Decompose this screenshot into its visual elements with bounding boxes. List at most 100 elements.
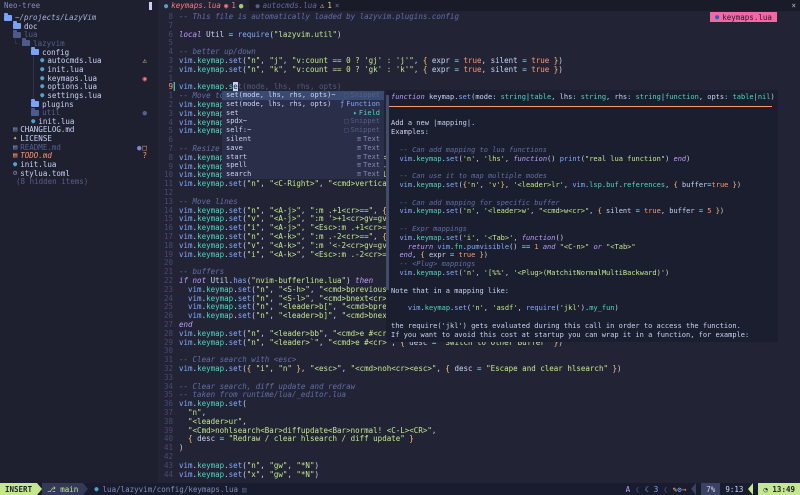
completion-kind: Snippet (350, 91, 380, 100)
separator-icon: ❮ (663, 485, 668, 494)
lua-file-icon: ● (40, 74, 44, 83)
completion-item[interactable]: set✦Field (222, 109, 384, 118)
tree-item[interactable]: plugins (4, 100, 154, 109)
indent-guide (4, 143, 13, 152)
line-number: 19 (158, 250, 173, 259)
completion-label: spdx~ (226, 117, 247, 126)
line-number: 26 (158, 311, 173, 320)
completion-item[interactable]: silent≡Text (222, 135, 384, 144)
completion-kind: Text (363, 135, 380, 144)
incline-filename-badge[interactable]: ● keymaps.lua (710, 12, 777, 22)
completion-item[interactable]: start≡Text (222, 153, 384, 162)
buffer-line[interactable]: 20 (158, 258, 179, 267)
indent-guide (4, 108, 31, 117)
completion-item[interactable]: spell≡Text (222, 161, 384, 170)
buffer-line[interactable]: 39 "<Cmd>nohlsearch<Bar>diffupdate<Bar>n… (158, 426, 436, 435)
tree-item[interactable]: ●init.lua (4, 117, 154, 126)
tab-keymaps[interactable]: ● keymaps.lua ◉ 1 ● (158, 0, 249, 11)
line-number: 2 (158, 100, 173, 109)
tree-item[interactable]: ▤CHANGELOG.md (4, 125, 154, 134)
buffer-line[interactable]: 32vim.keymap.set({ "i", "n" }, "<esc>", … (158, 364, 622, 373)
lazy-updates[interactable]: ☾ 3 (645, 485, 659, 494)
tree-hidden-note[interactable]: (8 hidden items) (4, 177, 154, 186)
tree-item[interactable]: lua (4, 30, 154, 39)
completion-item[interactable]: spdx~□Snippet (222, 117, 384, 126)
indent-guide (4, 177, 13, 186)
git-branch[interactable]: ⎇ main (42, 483, 83, 495)
code-text: -- taken from runtime/lua/_editor.lua (179, 390, 346, 399)
indent-guide (4, 151, 13, 160)
completion-popup[interactable]: set(mode, lhs, rhs, opts)~□Snippetset(mo… (222, 91, 384, 179)
tree-status-icon: ? (142, 151, 148, 160)
buffer-line[interactable]: 12 (158, 188, 179, 197)
buffer-line[interactable]: 4-- better up/down (158, 47, 256, 56)
tree-item[interactable]: doc (4, 22, 154, 31)
buffer-line[interactable]: 37 "n", (158, 408, 206, 417)
completion-kind: Text (363, 170, 380, 179)
lua-file-icon: ● (40, 56, 44, 65)
code-text: -- Move lines (179, 197, 238, 206)
tab-autocmds[interactable]: ● autocmds.lua ⚠ 1 × (249, 0, 345, 11)
buffer-line[interactable]: 22if not Util.has("nvim-bufferline.lua")… (158, 276, 373, 285)
buffer-line[interactable]: 41) (158, 443, 184, 452)
tree-item[interactable]: ▤TODO.md? (4, 151, 154, 160)
tree-item-label: util (42, 108, 60, 117)
tree-item[interactable]: ✦LICENSE (4, 134, 154, 143)
gitsign-icon (173, 21, 179, 30)
cursor-location: 9:13 (725, 485, 743, 494)
buffer-line[interactable]: 27end (158, 320, 193, 329)
buffer-line[interactable]: 8-- This file is automatically loaded by… (158, 12, 459, 21)
buffer-line[interactable]: 31-- Clear search with <esc> (158, 355, 296, 364)
buffer-line[interactable]: 43vim.keymap.set("n", "gw", "*N") (158, 461, 319, 470)
file-path[interactable]: ● lua/lazyvim/config/keymaps.lua ▤ (94, 485, 246, 494)
folder-icon (31, 49, 39, 55)
completion-item[interactable]: search≡Text (222, 170, 384, 179)
close-all-icon[interactable]: × (791, 1, 796, 10)
code-text: "<leader>ur", (179, 417, 247, 426)
completion-item[interactable]: set(mode, lhs, rhs, opts)~□Snippet (222, 91, 384, 100)
completion-kind: Function (346, 100, 380, 109)
buffer-line[interactable]: 34-- Clear search, diff update and redra… (158, 382, 355, 391)
completion-item[interactable]: save≡Text (222, 144, 384, 153)
lazy-count: 3 (654, 485, 659, 494)
tree-item[interactable]: │ ●options.lua (4, 82, 154, 91)
buffer-line[interactable]: 2vim.keymap.set("n", "k", "v:count == 0 … (158, 65, 563, 74)
completion-label: silent (226, 135, 251, 144)
tree-item[interactable]: │ ●init.lua (4, 65, 154, 74)
buffer-line[interactable]: 13-- Move lines (158, 197, 238, 206)
tree-item[interactable]: util● (4, 108, 154, 117)
tree-item[interactable]: │ ●settings.lua (4, 91, 154, 100)
line-number: 2 (158, 65, 173, 74)
buffer-line[interactable]: 40 { desc = "Redraw / clear hlsearch / d… (158, 434, 414, 443)
tree-item[interactable]: ~/projects/LazyVim (4, 13, 154, 22)
tree-item[interactable]: ▤README.md●□ (4, 143, 154, 152)
tree-item[interactable]: │ ●autocmds.lua⚠ (4, 56, 154, 65)
buffer-line[interactable]: 6local Util = require("lazyvim.util") (158, 30, 342, 39)
buffer-line[interactable]: 21-- buffers (158, 267, 224, 276)
buffer-line[interactable]: 6 (158, 135, 179, 144)
completion-item[interactable]: set(mode, lhs, rhs, opts)ƒFunction (222, 100, 384, 109)
buffer-line[interactable]: 44vim.keymap.set("x", "gw", "*N") (158, 470, 319, 479)
buffer-line[interactable]: 7 (158, 21, 179, 30)
buffer-line[interactable]: 33 (158, 373, 179, 382)
completion-item[interactable]: self:~□Snippet (222, 126, 384, 135)
buffer-line[interactable]: 30 (158, 346, 179, 355)
buffer-line[interactable]: 36vim.keymap.set( (158, 399, 247, 408)
close-icon[interactable]: × (335, 1, 340, 10)
buffer-line[interactable]: 38 "<leader>ur", (158, 417, 247, 426)
indent-guide (4, 169, 13, 178)
buffer-line[interactable]: 3vim.keymap.set("n", "j", "v:count == 0 … (158, 56, 563, 65)
line-number: 12 (158, 188, 173, 197)
buffer-line[interactable]: 5 (158, 38, 179, 47)
tree-item[interactable]: └ lazyvim (4, 39, 154, 48)
lua-icon: ● (94, 485, 98, 493)
buffer-line[interactable]: 42 (158, 452, 179, 461)
docs-scrollbar[interactable] (386, 95, 389, 290)
tree-item[interactable]: ⚙stylua.toml (4, 169, 154, 178)
docs-line: -- Can add mapping for specific buffer (391, 199, 560, 208)
buffer-line[interactable]: 35-- taken from runtime/lua/_editor.lua (158, 390, 346, 399)
powerline-separator (691, 483, 696, 495)
tree-item[interactable]: ●init.lua (4, 160, 154, 169)
md-file-icon: ▤ (13, 143, 17, 152)
line-number: 25 (158, 302, 173, 311)
